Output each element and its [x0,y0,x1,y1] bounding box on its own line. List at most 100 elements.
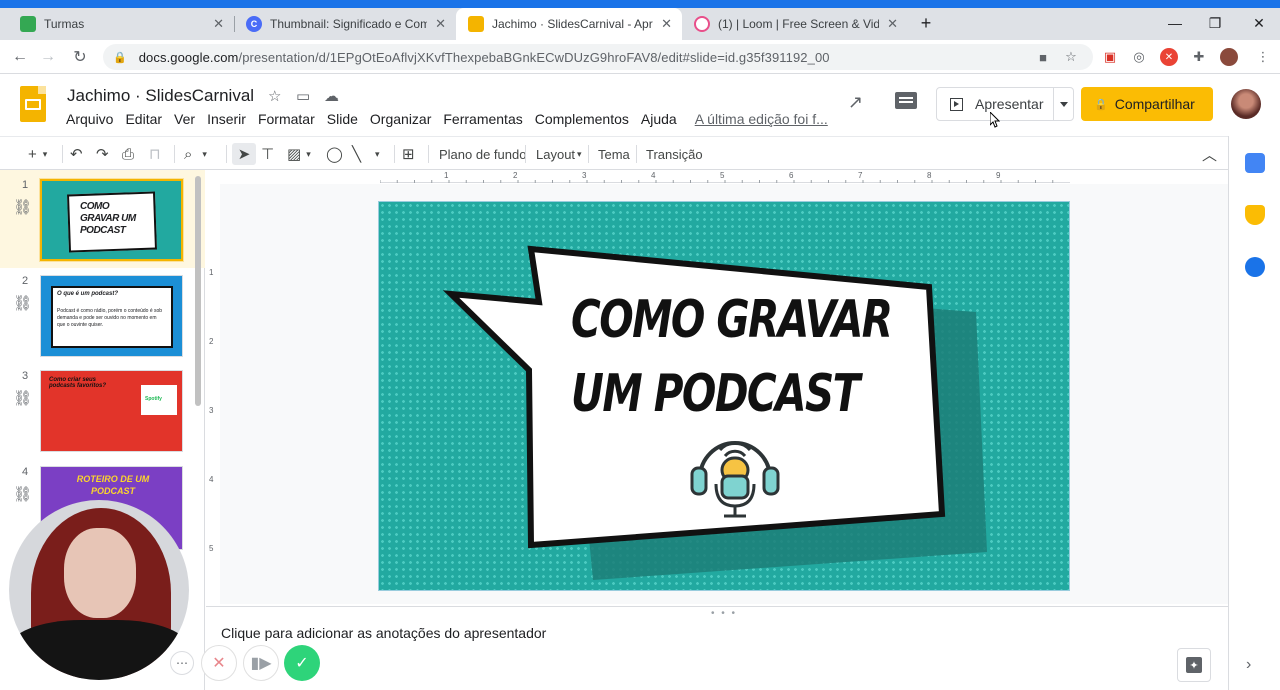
menu-ajuda[interactable]: Ajuda [641,111,677,127]
star-icon[interactable]: ☆ [268,87,281,105]
menu-formatar[interactable]: Formatar [258,111,315,127]
slides-logo-icon[interactable] [20,86,46,122]
close-tab-icon[interactable]: ✕ [661,16,672,32]
last-edit-link[interactable]: A última edição foi f... [695,111,828,127]
loom-more-icon[interactable]: ⋯ [170,651,194,675]
loom-cancel-icon[interactable]: ✕ [201,645,237,681]
loom-pause-icon[interactable]: ▮▶ [243,645,279,681]
paint-format-icon[interactable]: ⊓ [149,143,161,165]
editor-toolbar: + ▾ ↶ ↷ ⎙ ⊓ ⌕ ▾ ➤ ⊤ ▨ ▾ ◯ ╲ ▾ ⊞ Plano de fun… [0,136,1228,170]
menu-bar: Arquivo Editar Ver Inserir Formatar Slid… [66,111,840,127]
calendar-icon[interactable] [1245,153,1265,173]
expand-side-panel-icon[interactable]: › [1246,656,1251,674]
bookmark-star-icon[interactable]: ☆ [1062,48,1080,66]
menu-arquivo[interactable]: Arquivo [66,111,113,127]
theme-button[interactable]: Tema [598,143,630,165]
comments-icon[interactable] [895,92,917,109]
present-label: Apresentar [975,96,1044,112]
share-label: Compartilhar [1114,96,1195,112]
share-button[interactable]: 🔒 Compartilhar [1081,87,1213,121]
back-icon[interactable]: ← [8,45,32,69]
address-bar-row: ← → ↻ 🔒 docs.google.com/presentation/d/1… [0,40,1280,74]
ruler-label: 5 [720,171,725,180]
restore-icon[interactable]: ❐ [1192,8,1238,38]
zoom-icon[interactable]: ⌕ ▾ [184,143,207,165]
camera-icon[interactable]: ■ [1034,48,1052,66]
image-icon[interactable]: ▨ ▾ [287,143,311,165]
keep-icon[interactable] [1245,205,1265,225]
layout-button[interactable]: Layout ▾ [536,143,582,165]
current-slide[interactable]: COMO GRAVAR UM PODCAST [378,201,1070,591]
tasks-icon[interactable] [1245,257,1265,277]
tab-turmas[interactable]: Turmas ✕ [8,8,234,40]
slide-thumbnail-3[interactable]: Como criar seus podcasts favoritos? Spot… [40,370,183,452]
account-avatar[interactable] [1231,89,1261,119]
loom-webcam-bubble[interactable] [9,500,189,680]
menu-editar[interactable]: Editar [125,111,162,127]
ruler-label: 4 [209,475,214,484]
side-panel: › [1228,136,1280,690]
cloud-saved-icon[interactable]: ☁ [324,87,339,105]
present-dropdown-icon[interactable] [1060,102,1068,107]
url-input[interactable]: 🔒 docs.google.com/presentation/d/1EPgOtE… [103,44,1093,70]
shape-icon[interactable]: ◯ [326,143,343,165]
activity-dashboard-icon[interactable]: ↗ [848,92,863,113]
forward-icon[interactable]: → [36,45,60,69]
menu-complementos[interactable]: Complementos [535,111,629,127]
explore-button[interactable]: ✦ [1177,648,1211,682]
present-button[interactable]: Apresentar [936,87,1074,121]
extension-close-icon[interactable]: ✕ [1160,48,1178,66]
speaker-notes[interactable]: • • • Clique para adicionar as anotações… [206,606,1228,690]
new-slide-button[interactable]: + ▾ [28,143,47,165]
menu-kebab-icon[interactable]: ⋮ [1254,48,1272,66]
present-divider [1053,88,1054,120]
undo-icon[interactable]: ↶ [70,143,83,165]
transition-button[interactable]: Transição [646,143,703,165]
select-tool-icon[interactable]: ➤ [232,143,256,165]
toolbar-separator [636,145,637,163]
menu-slide[interactable]: Slide [327,111,358,127]
add-comment-icon[interactable]: ⊞ [402,143,415,165]
ruler-label: 1 [444,171,449,180]
redo-icon[interactable]: ↷ [96,143,109,165]
slide-thumbnail-1[interactable]: COMO GRAVAR UM PODCAST [39,178,184,262]
url-domain: docs.google.com [138,49,239,65]
text-box-icon[interactable]: ⊤ [261,143,274,165]
thumb-title: Como criar seus podcasts favoritos? [49,377,107,389]
menu-ver[interactable]: Ver [174,111,195,127]
close-window-icon[interactable]: ✕ [1236,8,1280,38]
close-tab-icon[interactable]: ✕ [887,16,898,32]
notes-placeholder[interactable]: Clique para adicionar as anotações do ap… [221,625,546,641]
loom-finish-icon[interactable]: ✓ [284,645,320,681]
toolbar-separator [525,145,526,163]
new-tab-button[interactable]: + [912,8,940,38]
background-button[interactable]: Plano de fundo [439,143,526,165]
slide-thumbnail-2[interactable]: O que é um podcast? Podcast é como rádio… [40,275,183,357]
profile-avatar[interactable] [1220,48,1238,66]
extensions-puzzle-icon[interactable]: ✚ [1190,48,1208,66]
move-folder-icon[interactable]: ▭ [296,87,310,105]
filmstrip-scrollbar[interactable] [195,176,201,406]
tab-loom[interactable]: (1) | Loom | Free Screen & Video ✕ [682,8,908,40]
menu-inserir[interactable]: Inserir [207,111,246,127]
extension-calendar-icon[interactable]: ▣ [1101,48,1119,66]
extension-chrome-icon[interactable]: ◎ [1130,48,1148,66]
tab-thumbnail[interactable]: C Thumbnail: Significado e Como F ✕ [234,8,456,40]
slide-title-line2: UM PODCAST [571,364,860,424]
reload-icon[interactable]: ↻ [68,45,92,69]
toolbar-separator [62,145,63,163]
document-title[interactable]: Jachimo · SlidesCarnival [67,86,254,106]
close-tab-icon[interactable]: ✕ [213,16,224,32]
line-icon[interactable]: ╲ ▾ [352,143,380,165]
menu-ferramentas[interactable]: Ferramentas [443,111,522,127]
collapse-toolbar-icon[interactable]: ︿ [1202,143,1217,165]
print-icon[interactable]: ⎙ [122,143,134,165]
slide-number: 3 [22,370,29,382]
ruler-label: 4 [651,171,656,180]
tab-slides[interactable]: Jachimo · SlidesCarnival - Apres ✕ [456,8,682,40]
explore-icon: ✦ [1186,657,1202,673]
close-tab-icon[interactable]: ✕ [435,16,446,32]
menu-organizar[interactable]: Organizar [370,111,431,127]
notes-resize-handle[interactable]: • • • [711,608,737,619]
classroom-icon [20,16,36,32]
